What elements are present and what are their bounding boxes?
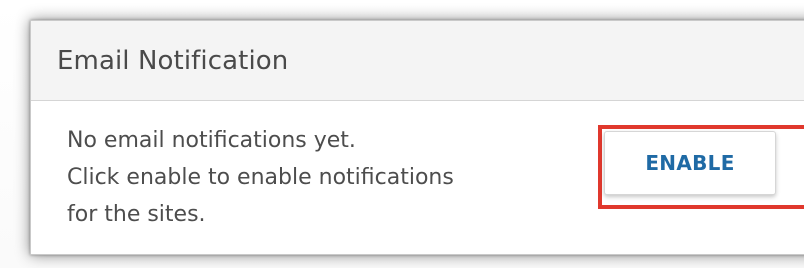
empty-state-message: No email notifications yet. Click enable… (67, 122, 454, 233)
message-line: for the sites. (67, 202, 206, 227)
email-notification-panel: Email Notification No email notification… (30, 20, 804, 255)
message-line: No email notifications yet. (67, 128, 356, 153)
panel-body: No email notifications yet. Click enable… (31, 101, 804, 255)
enable-button[interactable]: ENABLE (604, 131, 776, 195)
panel-title: Email Notification (57, 45, 289, 76)
panel-header: Email Notification (31, 21, 804, 101)
message-line: Click enable to enable notifications (67, 165, 454, 190)
